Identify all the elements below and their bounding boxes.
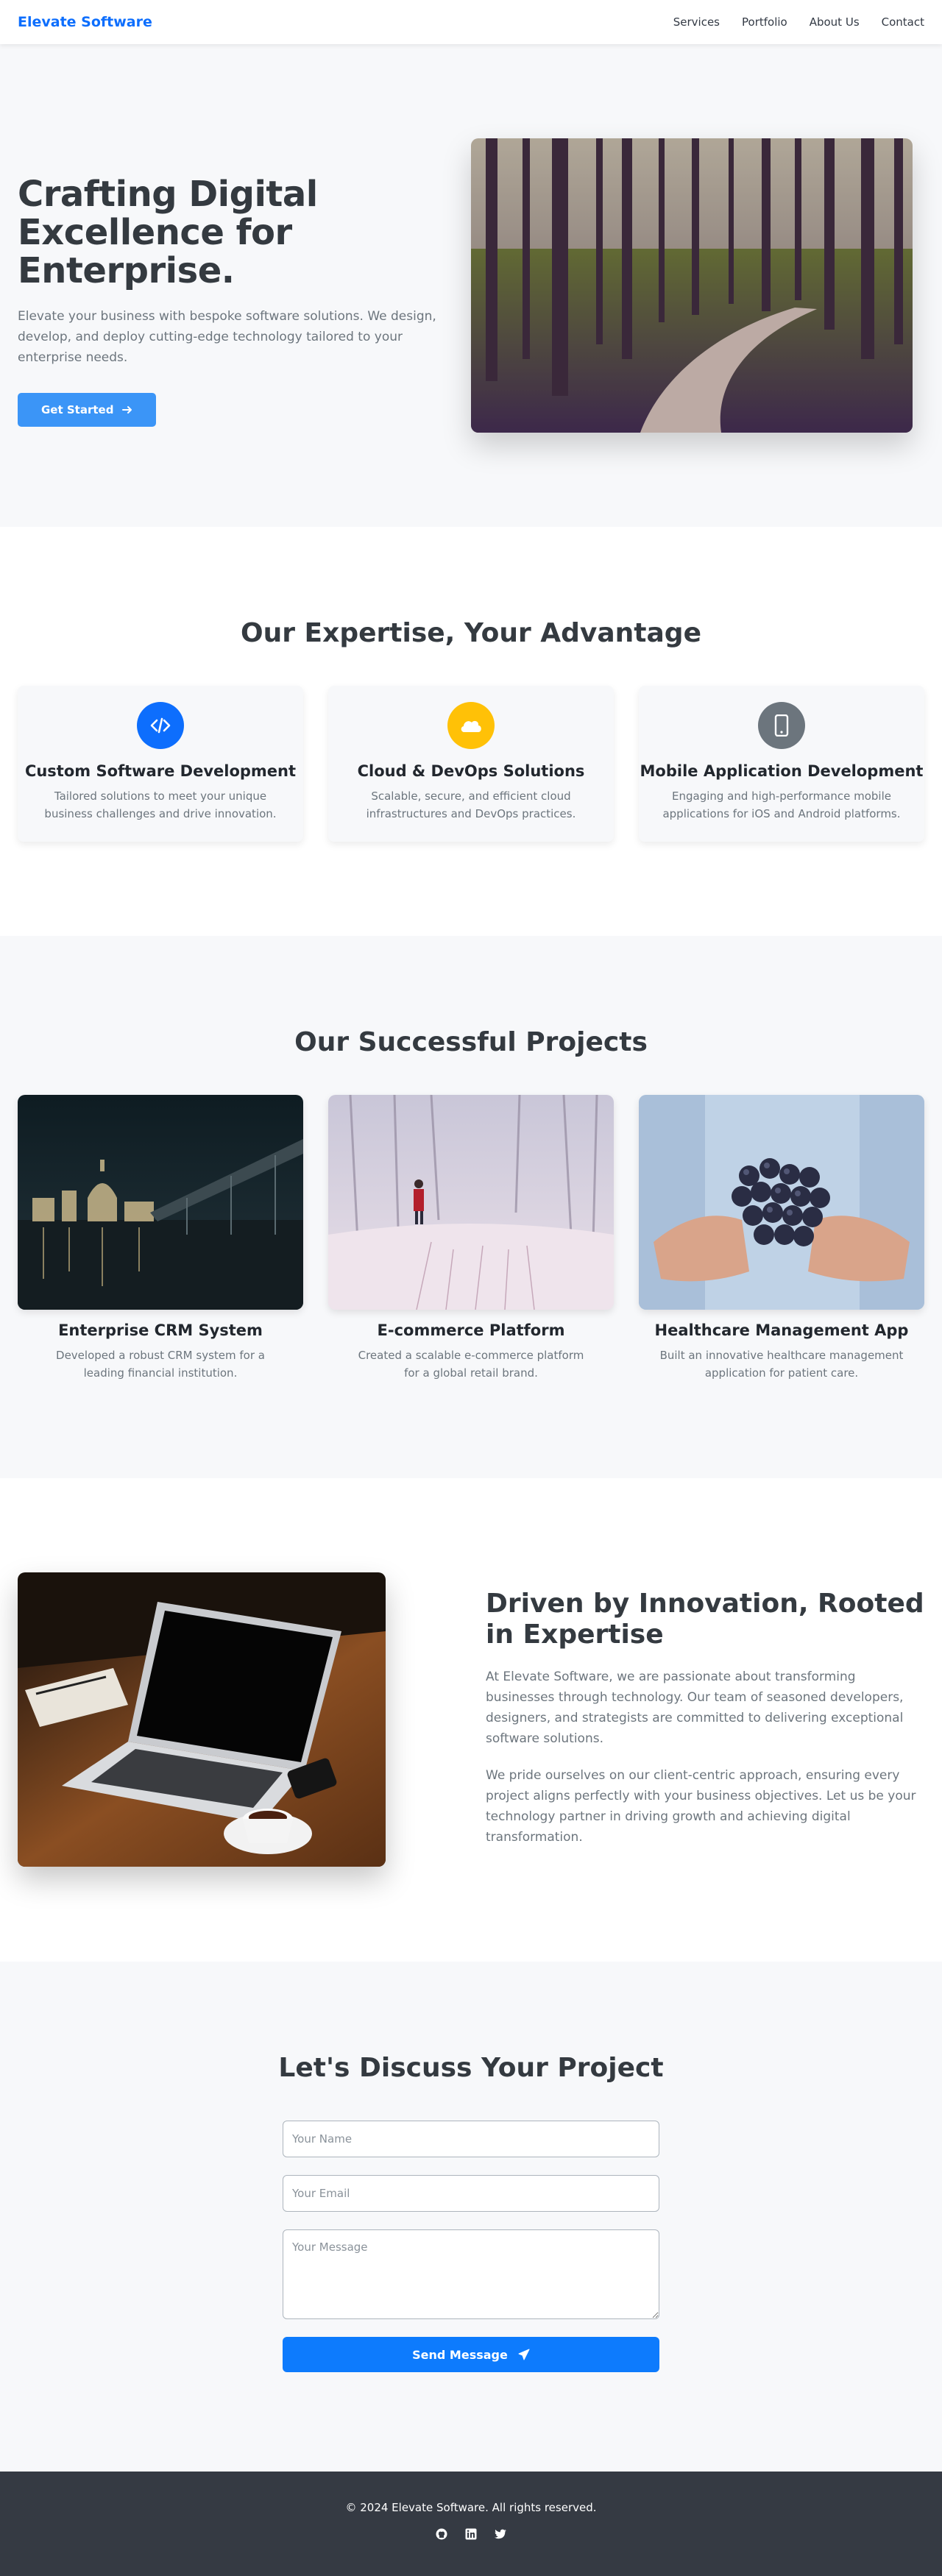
send-message-label: Send Message xyxy=(412,2347,508,2362)
expertise-section: Our Expertise, Your Advantage Custom Sof… xyxy=(0,527,942,936)
hands-holding-grapes-photo xyxy=(639,1095,924,1310)
snowy-forest-person-photo xyxy=(328,1095,614,1310)
message-field[interactable] xyxy=(283,2229,659,2319)
project-card[interactable]: E-commerce Platform Created a scalable e… xyxy=(328,1095,614,1382)
card-desc: Scalable, secure, and efficient cloud in… xyxy=(366,790,576,820)
card-title: Custom Software Development xyxy=(24,762,297,780)
project-desc: Built an innovative healthcare managemen… xyxy=(659,1349,904,1380)
expertise-cards: Custom Software Development Tailored sol… xyxy=(18,686,924,842)
contact-title: Let's Discuss Your Project xyxy=(278,2053,664,2083)
projects-title: Our Successful Projects xyxy=(294,1027,648,1057)
about-text: Driven by Innovation, Rooted in Expertis… xyxy=(486,1589,926,1848)
cloud-icon xyxy=(447,702,495,749)
nav-links: Services Portfolio About Us Contact xyxy=(673,15,924,29)
project-image xyxy=(639,1095,924,1310)
brand-logo[interactable]: Elevate Software xyxy=(18,14,152,30)
about-title: Driven by Innovation, Rooted in Expertis… xyxy=(486,1589,924,1650)
forest-path-photo xyxy=(471,138,913,433)
project-cards: Enterprise CRM System Developed a robust… xyxy=(18,1095,924,1382)
code-icon xyxy=(137,702,184,749)
nav-link-about[interactable]: About Us xyxy=(810,15,860,29)
hero-subtitle: Elevate your business with bespoke softw… xyxy=(18,309,436,365)
nav-link-portfolio[interactable]: Portfolio xyxy=(742,15,787,29)
hero-title: Crafting Digital Excellence for Enterpri… xyxy=(18,175,474,290)
laptop-coffee-desk-photo xyxy=(18,1572,386,1867)
project-card[interactable]: Healthcare Management App Built an innov… xyxy=(639,1095,924,1382)
arrow-right-icon xyxy=(122,406,132,414)
expertise-title: Our Expertise, Your Advantage xyxy=(241,618,701,648)
copyright: © 2024 Elevate Software. All rights rese… xyxy=(345,2501,597,2514)
about-section: Driven by Innovation, Rooted in Expertis… xyxy=(0,1478,942,1962)
card-desc: Engaging and high-performance mobile app… xyxy=(662,790,901,820)
project-card[interactable]: Enterprise CRM System Developed a robust… xyxy=(18,1095,303,1382)
hero-title-line1: Crafting Digital xyxy=(18,174,318,215)
email-field[interactable] xyxy=(283,2175,659,2212)
project-image xyxy=(328,1095,614,1310)
city-night-bridge-photo xyxy=(18,1095,303,1310)
linkedin-icon[interactable] xyxy=(464,2527,478,2541)
contact-section: Let's Discuss Your Project Send Message xyxy=(0,1962,942,2472)
expertise-card: Mobile Application Development Engaging … xyxy=(639,686,924,842)
nav-link-services[interactable]: Services xyxy=(673,15,720,29)
about-paragraph-2: We pride ourselves on our client-centric… xyxy=(486,1768,916,1845)
project-title: E-commerce Platform xyxy=(377,1321,565,1339)
card-desc: Tailored solutions to meet your unique b… xyxy=(44,790,277,820)
nav-link-contact[interactable]: Contact xyxy=(882,15,924,29)
footer: © 2024 Elevate Software. All rights rese… xyxy=(0,2472,942,2576)
about-paragraph-1: At Elevate Software, we are passionate a… xyxy=(486,1670,904,1746)
about-image xyxy=(18,1572,386,1867)
project-desc: Developed a robust CRM system for a lead… xyxy=(56,1349,265,1380)
social-links xyxy=(0,2527,942,2541)
name-field[interactable] xyxy=(283,2121,659,2157)
github-icon[interactable] xyxy=(435,2527,448,2541)
project-desc: Created a scalable e-commerce platform f… xyxy=(358,1349,584,1380)
hero-text: Crafting Digital Excellence for Enterpri… xyxy=(18,175,474,427)
projects-section: Our Successful Projects Enterprise CRM S… xyxy=(0,936,942,1478)
project-title: Enterprise CRM System xyxy=(58,1321,263,1339)
project-image xyxy=(18,1095,303,1310)
get-started-button[interactable]: Get Started xyxy=(18,393,157,427)
send-message-button[interactable]: Send Message xyxy=(283,2337,659,2372)
expertise-card: Custom Software Development Tailored sol… xyxy=(18,686,303,842)
get-started-label: Get Started xyxy=(41,403,114,416)
hero-section: Crafting Digital Excellence for Enterpri… xyxy=(0,44,942,527)
contact-form: Send Message xyxy=(283,2121,659,2372)
project-title: Healthcare Management App xyxy=(654,1321,909,1339)
expertise-card: Cloud & DevOps Solutions Scalable, secur… xyxy=(328,686,614,842)
hero-title-line2: Excellence for Enterprise. xyxy=(18,212,292,291)
card-title: Mobile Application Development xyxy=(640,762,924,780)
paper-plane-icon xyxy=(518,2349,530,2360)
navbar: Elevate Software Services Portfolio Abou… xyxy=(0,0,942,44)
hero-image xyxy=(471,138,913,433)
mobile-icon xyxy=(758,702,805,749)
twitter-icon[interactable] xyxy=(494,2527,507,2541)
card-title: Cloud & DevOps Solutions xyxy=(357,762,585,780)
